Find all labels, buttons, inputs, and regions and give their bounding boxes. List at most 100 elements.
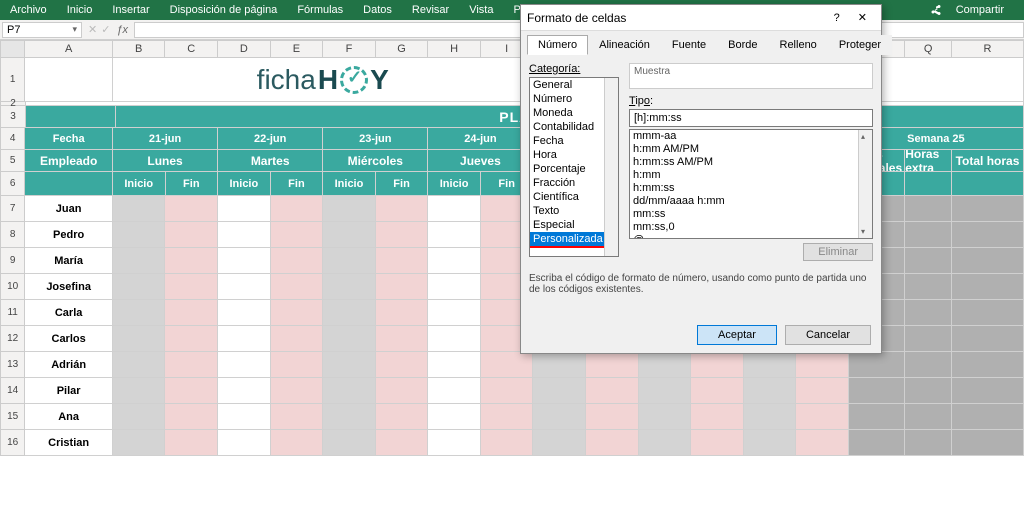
cell[interactable] bbox=[428, 222, 481, 248]
col-header[interactable]: B bbox=[113, 40, 166, 58]
cell[interactable] bbox=[952, 326, 1024, 352]
type-input[interactable] bbox=[629, 109, 873, 127]
cell[interactable] bbox=[849, 430, 905, 456]
cell[interactable] bbox=[586, 404, 639, 430]
cell[interactable] bbox=[323, 300, 376, 326]
cell[interactable] bbox=[849, 378, 905, 404]
cell[interactable] bbox=[271, 222, 324, 248]
cell[interactable] bbox=[533, 378, 586, 404]
cell[interactable] bbox=[481, 430, 534, 456]
cell[interactable] bbox=[165, 196, 218, 222]
col-header[interactable]: C bbox=[165, 40, 218, 58]
cell[interactable] bbox=[376, 352, 429, 378]
row-header[interactable]: 6 bbox=[0, 172, 25, 196]
cell[interactable] bbox=[849, 352, 905, 378]
list-item[interactable]: mm:ss bbox=[630, 208, 872, 221]
cell[interactable] bbox=[113, 248, 166, 274]
cell[interactable] bbox=[691, 378, 744, 404]
tab-datos[interactable]: Datos bbox=[353, 4, 402, 16]
cell[interactable] bbox=[586, 378, 639, 404]
cell[interactable] bbox=[165, 326, 218, 352]
cell[interactable] bbox=[952, 430, 1024, 456]
cell[interactable] bbox=[165, 430, 218, 456]
share-button[interactable]: Compartir bbox=[920, 4, 1024, 16]
cell[interactable] bbox=[952, 274, 1024, 300]
cell[interactable] bbox=[691, 430, 744, 456]
cell[interactable] bbox=[323, 326, 376, 352]
row-header[interactable]: 3 bbox=[0, 106, 26, 128]
cell[interactable] bbox=[376, 274, 429, 300]
scrollbar[interactable] bbox=[858, 130, 872, 238]
cell[interactable] bbox=[271, 378, 324, 404]
tab-fuente[interactable]: Fuente bbox=[661, 35, 717, 55]
list-item[interactable]: dd/mm/aaaa h:mm bbox=[630, 195, 872, 208]
cell[interactable] bbox=[376, 404, 429, 430]
delete-button[interactable]: Eliminar bbox=[803, 243, 873, 261]
col-header[interactable]: G bbox=[376, 40, 429, 58]
cell[interactable] bbox=[952, 352, 1024, 378]
tab-proteger[interactable]: Proteger bbox=[828, 35, 892, 55]
cell[interactable] bbox=[113, 430, 166, 456]
tab-insertar[interactable]: Insertar bbox=[102, 4, 159, 16]
cell[interactable] bbox=[905, 172, 952, 196]
row-header[interactable]: 15 bbox=[0, 404, 25, 430]
cell[interactable] bbox=[25, 172, 113, 196]
cell[interactable] bbox=[323, 196, 376, 222]
cell[interactable] bbox=[113, 222, 166, 248]
cell[interactable] bbox=[323, 248, 376, 274]
cell[interactable] bbox=[323, 378, 376, 404]
cell[interactable] bbox=[323, 430, 376, 456]
row-header[interactable]: 13 bbox=[0, 352, 25, 378]
cell[interactable] bbox=[586, 430, 639, 456]
row-header[interactable]: 5 bbox=[0, 150, 25, 172]
ok-button[interactable]: Aceptar bbox=[697, 325, 777, 345]
cell[interactable] bbox=[905, 274, 952, 300]
row-header[interactable]: 8 bbox=[0, 222, 25, 248]
cell[interactable] bbox=[113, 326, 166, 352]
cell[interactable] bbox=[271, 352, 324, 378]
cell[interactable] bbox=[533, 430, 586, 456]
cell[interactable] bbox=[165, 300, 218, 326]
cell[interactable] bbox=[533, 404, 586, 430]
cell[interactable] bbox=[481, 352, 534, 378]
tab-revisar[interactable]: Revisar bbox=[402, 4, 459, 16]
cell[interactable] bbox=[952, 248, 1024, 274]
row-header[interactable]: 1 bbox=[0, 58, 25, 102]
list-item[interactable]: h:mm:ss bbox=[630, 182, 872, 195]
cell[interactable] bbox=[376, 300, 429, 326]
cell[interactable] bbox=[905, 196, 952, 222]
name-box[interactable]: P7 bbox=[2, 22, 82, 38]
cell[interactable] bbox=[218, 274, 271, 300]
cell[interactable] bbox=[905, 430, 952, 456]
cell[interactable] bbox=[165, 274, 218, 300]
cell[interactable] bbox=[376, 196, 429, 222]
cell[interactable] bbox=[905, 222, 952, 248]
cell[interactable] bbox=[218, 378, 271, 404]
list-item[interactable]: h:mm AM/PM bbox=[630, 143, 872, 156]
cell[interactable] bbox=[796, 378, 849, 404]
cell[interactable] bbox=[25, 58, 113, 102]
list-item[interactable]: h:mm bbox=[630, 169, 872, 182]
list-item[interactable]: mm:ss,0 bbox=[630, 221, 872, 234]
cell[interactable] bbox=[218, 196, 271, 222]
cell[interactable] bbox=[271, 404, 324, 430]
tab-vista[interactable]: Vista bbox=[459, 4, 503, 16]
row-header[interactable]: 9 bbox=[0, 248, 25, 274]
tab-relleno[interactable]: Relleno bbox=[769, 35, 828, 55]
cell[interactable] bbox=[905, 404, 952, 430]
row-header[interactable]: 7 bbox=[0, 196, 25, 222]
cell[interactable] bbox=[905, 378, 952, 404]
cell[interactable] bbox=[796, 430, 849, 456]
row-header[interactable]: 10 bbox=[0, 274, 25, 300]
category-list[interactable]: General Número Moneda Contabilidad Fecha… bbox=[529, 77, 619, 257]
row-header[interactable]: 14 bbox=[0, 378, 25, 404]
cell[interactable] bbox=[113, 352, 166, 378]
col-header[interactable]: R bbox=[952, 40, 1024, 58]
cell[interactable] bbox=[952, 172, 1024, 196]
cell[interactable] bbox=[323, 222, 376, 248]
cell[interactable] bbox=[113, 274, 166, 300]
cancel-button[interactable]: Cancelar bbox=[785, 325, 871, 345]
cell[interactable] bbox=[113, 300, 166, 326]
cell[interactable] bbox=[905, 326, 952, 352]
cell[interactable] bbox=[165, 378, 218, 404]
